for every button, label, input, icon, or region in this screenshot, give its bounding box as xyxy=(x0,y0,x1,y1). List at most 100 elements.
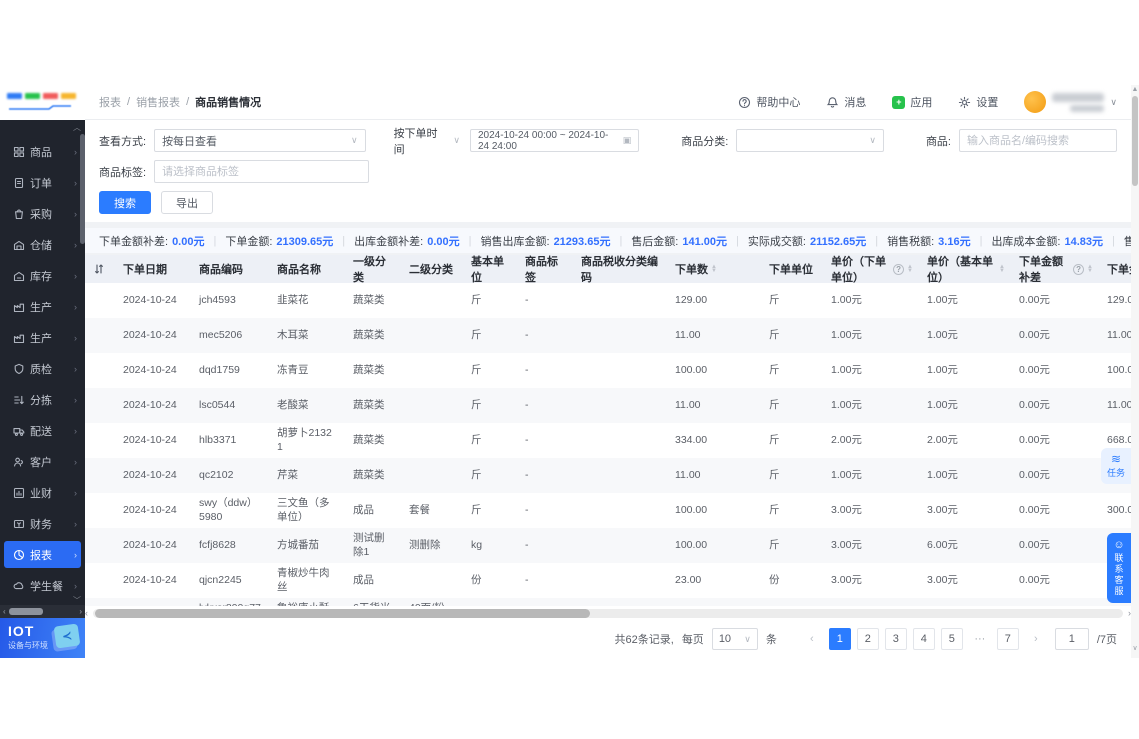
stat-value: 0.00元 xyxy=(172,235,205,248)
scroll-right-icon[interactable]: › xyxy=(79,607,82,616)
help-icon[interactable]: ? xyxy=(893,263,905,275)
sidebar-scroll-down-icon[interactable]: ﹀ xyxy=(0,595,85,605)
sidebar-item-bizfin[interactable]: 业财 › xyxy=(4,479,81,506)
topbar-action-help-circle[interactable]: 帮助中心 xyxy=(738,94,800,110)
page-button-4[interactable]: 4 xyxy=(912,628,935,650)
chevron-right-icon: › xyxy=(74,146,77,157)
summary-stat: 下单金额补差: 0.00元 xyxy=(99,233,204,249)
sort-icon[interactable]: ▲ ▼ xyxy=(907,264,913,274)
sidebar-item-production[interactable]: 生产 › xyxy=(4,324,81,351)
table-row[interactable]: 2024-10-24 lsc0544 老酸菜 蔬菜类 斤 - 11.00 斤 1.00元 1.00… xyxy=(85,388,1131,423)
column-header[interactable]: 下单金额▲▼ xyxy=(1097,255,1131,283)
column-label: 下单日期 xyxy=(123,264,167,276)
column-label: 一级分类 xyxy=(353,256,386,284)
window-vscrollbar[interactable]: ▲ ∨ xyxy=(1131,85,1139,658)
product-search-input[interactable] xyxy=(959,129,1117,152)
column-header: 一级分类 xyxy=(343,255,399,284)
table-row[interactable]: 2024-10-24 mec5206 木耳菜 蔬菜类 斤 - 11.00 斤 1.00元 1.00… xyxy=(85,318,1131,353)
search-button[interactable]: 搜索 xyxy=(99,191,151,214)
breadcrumb-sales-reports[interactable]: 销售报表 xyxy=(136,94,180,110)
column-header[interactable]: 下单数 ▲ ▼ xyxy=(665,255,759,283)
scroll-up-icon[interactable]: ▲ xyxy=(1131,86,1139,93)
top-header-bar: 报表 / 销售报表 / 商品销售情况 帮助中心 消息 + 应用 设置 ∨ xyxy=(85,85,1131,120)
table-row[interactable]: 2024-10-24 swy（ddw）5980 三文鱼（多单位） 成品 套餐 斤 - 100.… xyxy=(85,493,1131,528)
topbar-action-app-green[interactable]: + 应用 xyxy=(892,94,932,110)
next-page-button[interactable]: › xyxy=(1025,628,1047,650)
page-jump-input[interactable] xyxy=(1054,628,1089,650)
page-button-3[interactable]: 3 xyxy=(884,628,907,650)
page-button-7[interactable]: 7 xyxy=(996,628,1019,650)
sidebar-scroll-up-icon[interactable]: ︿ xyxy=(0,120,85,132)
scroll-left-icon[interactable]: ‹ xyxy=(85,608,93,618)
table-row[interactable]: 2024-10-24 qjcn2245 青椒炒牛肉丝 成品 份 - 23.00 份 3.00元 3… xyxy=(85,563,1131,598)
sort-icon[interactable]: ▲ ▼ xyxy=(711,264,717,274)
date-range-picker[interactable]: 2024-10-24 00:00 ~ 2024-10-24 24:00 ▣ xyxy=(469,129,640,152)
sidebar-item-production[interactable]: 生产 › xyxy=(4,293,81,320)
sidebar-item-goods[interactable]: 商品 › xyxy=(4,138,81,165)
tag-select-input[interactable] xyxy=(154,160,370,183)
table-cell: 300.00元 xyxy=(1107,503,1131,516)
sort-icon[interactable]: ▲ ▼ xyxy=(999,264,1005,274)
table-cell: 3.00元 xyxy=(831,573,862,586)
goods-icon xyxy=(13,146,25,157)
chevron-down-icon[interactable]: ∨ xyxy=(1110,97,1117,108)
column-label: 商品税收分类编码 xyxy=(581,256,658,284)
page-button-2[interactable]: 2 xyxy=(856,628,879,650)
stat-label: 售后金额: xyxy=(631,235,679,248)
table-hscrollbar[interactable]: ‹ › xyxy=(85,608,1131,619)
user-account[interactable]: ∨ xyxy=(1024,91,1117,113)
prev-page-button[interactable]: ‹ xyxy=(801,628,823,650)
meal-icon xyxy=(13,581,24,589)
help-icon[interactable]: ? xyxy=(1073,263,1085,275)
sidebar-item-inventory[interactable]: 库存 › xyxy=(4,262,81,289)
table-cell: 2024-10-24 xyxy=(123,538,177,551)
hscroll-thumb[interactable] xyxy=(95,608,590,618)
sidebar-item-order[interactable]: 订单 › xyxy=(4,169,81,196)
sidebar-item-purchase[interactable]: 采购 › xyxy=(4,200,81,227)
table-cell: 0.00元 xyxy=(1019,573,1050,586)
page-size-select[interactable]: 10 ∨ xyxy=(711,628,758,650)
table-cell: 100.00元 xyxy=(1107,363,1131,376)
task-floating-button[interactable]: ≋ 任务 xyxy=(1101,448,1131,484)
column-header[interactable]: 单价（基本单位） ▲ ▼ xyxy=(917,255,1009,284)
sidebar-item-delivery[interactable]: 配送 › xyxy=(4,417,81,444)
sidebar-hscrollbar[interactable]: ‹ › xyxy=(0,605,85,618)
iot-banner[interactable]: IOT 设备与环境 ≺ xyxy=(0,618,85,658)
sidebar-item-report[interactable]: 报表 › xyxy=(4,541,81,568)
table-cell: kg xyxy=(471,538,483,551)
scroll-down-icon[interactable]: ∨ xyxy=(1131,644,1139,652)
user-avatar[interactable] xyxy=(1024,91,1047,113)
table-cell: 斤 xyxy=(769,398,780,411)
column-header[interactable]: 单价（下单单位）? ▲ ▼ xyxy=(821,255,917,284)
contact-service-floating-button[interactable]: ☺ 联系客服 xyxy=(1107,533,1131,603)
sidebar-item-qc[interactable]: 质检 › xyxy=(4,355,81,382)
sidebar-hscroll-thumb[interactable] xyxy=(8,608,43,615)
time-type-select[interactable]: 按下单时间 ∨ xyxy=(391,128,462,156)
sidebar-item-customer[interactable]: 客户 › xyxy=(4,448,81,475)
table-row[interactable]: 2024-10-24 jch4593 韭菜花 蔬菜类 斤 - 129.00 斤 1.00元 1.0… xyxy=(85,283,1131,318)
page-button-1[interactable]: 1 xyxy=(828,628,851,650)
page-button-5[interactable]: 5 xyxy=(940,628,963,650)
chevron-right-icon: › xyxy=(74,549,77,560)
breadcrumb-reports[interactable]: 报表 xyxy=(99,94,121,110)
column-settings-button[interactable] xyxy=(85,255,113,283)
topbar-action-gear[interactable]: 设置 xyxy=(958,94,998,110)
table-row[interactable]: 2024-10-24 fcfj8628 方城番茄 测试删除1 测删除 kg - 100.00 斤… xyxy=(85,528,1131,563)
scroll-right-icon[interactable]: › xyxy=(1123,608,1131,618)
export-button[interactable]: 导出 xyxy=(161,191,213,214)
table-row[interactable]: 2024-10-24lykxsr800g7776鲁裕康小酥肉800g6干货米面4… xyxy=(85,598,1131,606)
view-mode-select[interactable]: 按每日查看 ∨ xyxy=(154,129,366,152)
sidebar-item-sorting[interactable]: 分拣 › xyxy=(4,386,81,413)
table-row[interactable]: 2024-10-24 qc2102 芹菜 蔬菜类 斤 - 11.00 斤 1.00元 1.00元 0… xyxy=(85,458,1131,493)
vscroll-thumb[interactable] xyxy=(1132,96,1138,186)
sort-icon[interactable]: ▲ ▼ xyxy=(1087,264,1093,274)
topbar-action-bell[interactable]: 消息 xyxy=(826,94,866,110)
table-row[interactable]: 2024-10-24 dqd1759 冻青豆 蔬菜类 斤 - 100.00 斤 1.00元 1.0… xyxy=(85,353,1131,388)
sidebar-item-meal[interactable]: 学生餐 › xyxy=(4,572,81,595)
sidebar-item-warehouse[interactable]: 仓储 › xyxy=(4,231,81,258)
table-row[interactable]: 2024-10-24 hlb3371 胡萝卜21321 蔬菜类 斤 - 334.00 斤 2.0… xyxy=(85,423,1131,458)
category-select[interactable]: ∨ xyxy=(736,129,884,152)
sidebar-item-finance[interactable]: 财务 › xyxy=(4,510,81,537)
column-header[interactable]: 下单金额补差? ▲ ▼ xyxy=(1009,255,1097,284)
scroll-left-icon[interactable]: ‹ xyxy=(3,607,6,616)
